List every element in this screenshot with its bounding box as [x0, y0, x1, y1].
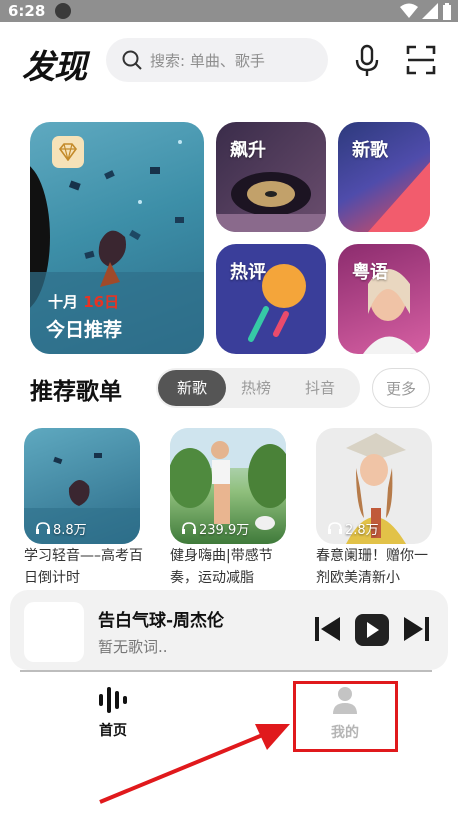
more-button[interactable]: 更多 — [372, 368, 430, 408]
playlist-cover[interactable]: 239.9万 — [170, 428, 286, 544]
page-logo: 发现 — [22, 47, 87, 86]
status-time: 6:28 — [8, 2, 46, 20]
tab-douyin[interactable]: 抖音 — [286, 368, 354, 408]
playlist-title[interactable]: 学习轻音—–高考百日倒计时 — [24, 545, 148, 589]
play-count-value: 8.8万 — [53, 523, 87, 538]
daily-recommend-card[interactable]: 十月 16日 今日推荐 — [30, 122, 204, 354]
headphones-icon — [36, 522, 50, 534]
daily-month: 十月 — [48, 293, 79, 311]
search-input[interactable]: 搜索: 单曲、歌手 — [106, 38, 328, 82]
playlist-title[interactable]: 健身嗨曲|带感节奏，运动减脂 — [170, 545, 294, 589]
soaring-label: 飙升 — [230, 140, 266, 161]
previous-track-icon[interactable] — [314, 616, 342, 642]
notification-dot-icon — [55, 3, 71, 19]
playlist-section-title: 推荐歌单 — [30, 379, 122, 405]
daily-title: 今日推荐 — [46, 319, 123, 341]
player-album-art — [24, 602, 84, 662]
battery-icon — [443, 2, 451, 20]
cantonese-label: 粤语 — [352, 262, 388, 283]
play-count-value: 239.9万 — [199, 523, 250, 538]
cantonese-card[interactable]: 粤语 — [338, 244, 430, 354]
daily-day: 16日 — [83, 293, 120, 311]
player-divider — [20, 670, 432, 672]
hot-comments-label: 热评 — [230, 262, 266, 283]
search-icon — [122, 50, 142, 70]
wifi-icon — [400, 3, 418, 18]
playlist-cover[interactable]: 8.8万 — [24, 428, 140, 544]
status-icons — [400, 2, 452, 20]
annotation-arrow-icon — [99, 724, 290, 804]
scan-icon[interactable] — [406, 44, 436, 76]
headphones-icon — [182, 522, 196, 534]
mini-player[interactable]: 告白气球-周杰伦 暂无歌词.. — [10, 590, 448, 670]
tab-new-songs[interactable]: 新歌 — [158, 370, 226, 406]
hot-comments-card[interactable]: 热评 — [216, 244, 326, 354]
diamond-icon — [52, 136, 84, 168]
play-count: 8.8万 — [36, 519, 87, 538]
playlist-cover[interactable]: 2.8万 — [316, 428, 432, 544]
new-songs-card[interactable]: 新歌 — [338, 122, 430, 232]
headphones-icon — [328, 522, 342, 534]
player-song-title: 告白气球-周杰伦 — [98, 611, 225, 631]
tab-hot-chart[interactable]: 热榜 — [222, 368, 290, 408]
play-count: 2.8万 — [328, 519, 379, 538]
microphone-icon[interactable] — [352, 44, 382, 78]
signal-icon — [422, 3, 438, 19]
playlist-tabs: 新歌 热榜 抖音 — [156, 368, 360, 408]
play-button[interactable] — [355, 614, 389, 646]
player-lyrics: 暂无歌词.. — [98, 638, 168, 656]
play-count-value: 2.8万 — [345, 523, 379, 538]
playlist-title[interactable]: 春意阑珊！赠你一剂欧美清新小 — [316, 545, 440, 589]
status-bar: 6:28 — [0, 0, 458, 22]
new-songs-label: 新歌 — [352, 140, 388, 161]
play-count: 239.9万 — [182, 519, 249, 538]
search-placeholder: 搜索: 单曲、歌手 — [150, 51, 265, 70]
home-waveform-icon — [99, 687, 127, 713]
next-track-icon[interactable] — [402, 616, 430, 642]
highlight-box — [293, 681, 398, 752]
soaring-chart-card[interactable]: 飙升 — [216, 122, 326, 232]
daily-date: 十月 16日 — [48, 291, 119, 312]
